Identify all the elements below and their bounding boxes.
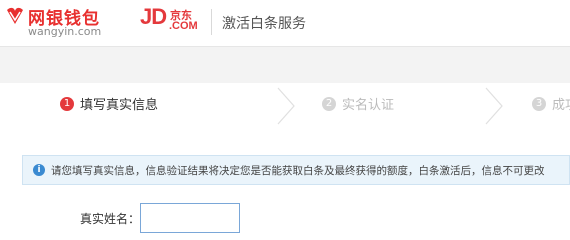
step-success: 3 成功 — [532, 93, 570, 119]
real-name-input[interactable] — [140, 203, 240, 233]
nav-band — [0, 46, 570, 84]
progress-steps: 1 填写真实信息 2 实名认证 3 成功 — [0, 83, 570, 131]
jd-logo-mark: JD — [140, 4, 167, 29]
step-label: 填写真实信息 — [80, 98, 159, 113]
wangyin-logo[interactable]: 网银钱包 wangyin.com — [4, 4, 122, 38]
chevron-right-icon — [485, 87, 503, 125]
step-verify: 2 实名认证 — [322, 93, 394, 119]
jd-logo[interactable]: JD 京东 .COM — [140, 4, 204, 40]
step-number-badge: 3 — [532, 96, 546, 111]
step-label: 实名认证 — [342, 98, 395, 113]
info-icon: i — [33, 164, 45, 176]
header-divider — [211, 9, 212, 35]
service-title: 激活白条服务 — [222, 16, 306, 32]
step-number-badge: 2 — [322, 96, 336, 111]
step-label: 成功 — [552, 98, 570, 113]
page-header: 网银钱包 wangyin.com JD 京东 .COM 激活白条服务 — [0, 0, 570, 46]
info-notice: i 请您填写真实信息，信息验证结果将决定您是否能获取白条及最终获得的额度，白条激… — [22, 155, 570, 185]
wangyin-logo-icon — [7, 7, 23, 25]
info-message: 请您填写真实信息，信息验证结果将决定您是否能获取白条及最终获得的额度，白条激活后… — [51, 165, 545, 177]
step-fill-info: 1 填写真实信息 — [60, 93, 158, 119]
wangyin-logo-domain: wangyin.com — [28, 25, 102, 38]
chevron-right-icon — [277, 87, 295, 125]
jd-logo-com: .COM — [169, 20, 198, 32]
step-number-badge: 1 — [60, 96, 74, 111]
real-name-label: 真实姓名： — [80, 212, 141, 226]
